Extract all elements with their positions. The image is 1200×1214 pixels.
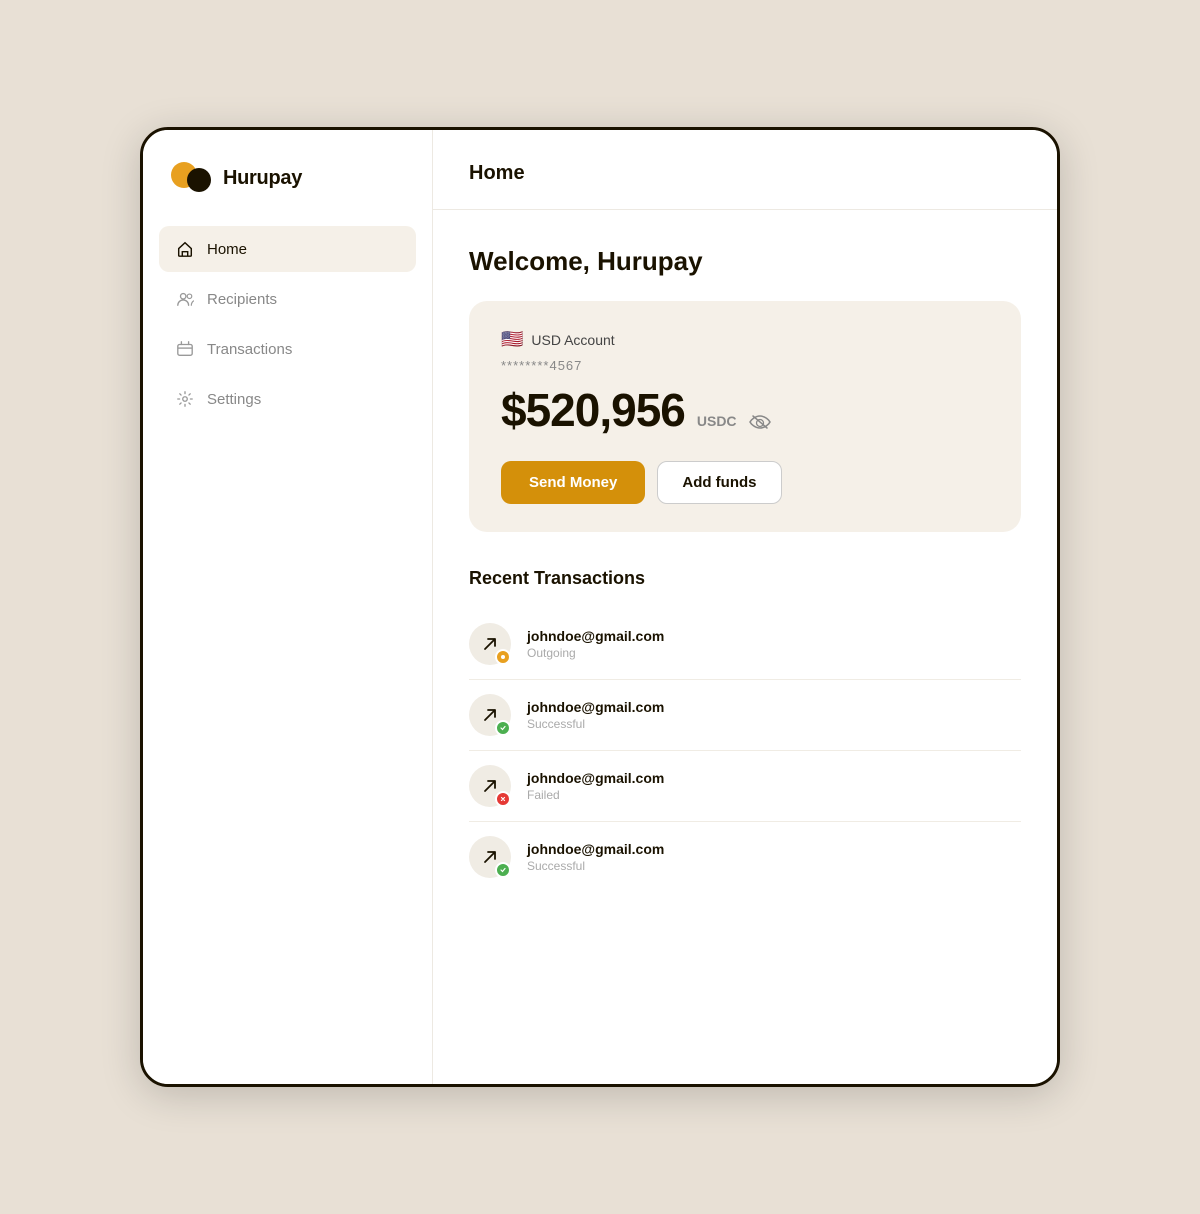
transactions-icon: [175, 339, 195, 359]
txn-icon-wrap: [469, 694, 511, 736]
balance-card: 🇺🇸 USD Account ********4567 $520,956 USD…: [469, 301, 1021, 532]
welcome-message: Welcome, Hurupay: [469, 246, 1021, 277]
main-body: Welcome, Hurupay 🇺🇸 USD Account ********…: [433, 210, 1057, 1084]
txn-email: johndoe@gmail.com: [527, 770, 1021, 786]
transactions-list: johndoe@gmail.com Outgoing: [469, 609, 1021, 892]
txn-status-success-icon: [495, 862, 511, 878]
sidebar-item-transactions[interactable]: Transactions: [159, 326, 416, 372]
txn-icon-wrap: [469, 836, 511, 878]
txn-status-failed-icon: [495, 791, 511, 807]
txn-status-success-icon: [495, 720, 511, 736]
txn-email: johndoe@gmail.com: [527, 699, 1021, 715]
card-actions: Send Money Add funds: [501, 461, 989, 504]
txn-details: johndoe@gmail.com Outgoing: [527, 628, 1021, 660]
txn-details: johndoe@gmail.com Successful: [527, 699, 1021, 731]
balance-row: $520,956 USDC: [501, 383, 989, 437]
transaction-item: johndoe@gmail.com Outgoing: [469, 609, 1021, 680]
page-title: Home: [469, 162, 1021, 185]
main-content: Home Welcome, Hurupay 🇺🇸 USD Account ***…: [433, 130, 1057, 1084]
sidebar-label-home: Home: [207, 241, 247, 258]
sidebar-item-home[interactable]: Home: [159, 226, 416, 272]
recent-transactions-title: Recent Transactions: [469, 568, 1021, 589]
add-funds-button[interactable]: Add funds: [657, 461, 781, 504]
sidebar-item-recipients[interactable]: Recipients: [159, 276, 416, 322]
transaction-item: johndoe@gmail.com Successful: [469, 680, 1021, 751]
account-currency-label: USD Account: [531, 332, 614, 348]
toggle-balance-icon[interactable]: [749, 415, 771, 429]
home-icon: [175, 239, 195, 259]
txn-icon-wrap: [469, 765, 511, 807]
sidebar-label-transactions: Transactions: [207, 341, 292, 358]
recent-transactions-section: Recent Transactions: [469, 568, 1021, 892]
sidebar-label-recipients: Recipients: [207, 291, 277, 308]
txn-email: johndoe@gmail.com: [527, 841, 1021, 857]
logo-circle-dark: [187, 168, 211, 192]
balance-currency-code: USDC: [697, 413, 737, 429]
sidebar: Hurupay Home: [143, 130, 433, 1084]
txn-email: johndoe@gmail.com: [527, 628, 1021, 644]
sidebar-item-settings[interactable]: Settings: [159, 376, 416, 422]
txn-status: Failed: [527, 788, 1021, 802]
txn-details: johndoe@gmail.com Successful: [527, 841, 1021, 873]
sidebar-label-settings: Settings: [207, 391, 261, 408]
device-frame: Hurupay Home: [140, 127, 1060, 1087]
transaction-item: johndoe@gmail.com Failed: [469, 751, 1021, 822]
balance-amount: $520,956: [501, 383, 685, 437]
txn-status: Successful: [527, 859, 1021, 873]
nav-menu: Home Recipients: [143, 226, 432, 422]
app-name: Hurupay: [223, 167, 302, 190]
recipients-icon: [175, 289, 195, 309]
settings-icon: [175, 389, 195, 409]
account-number: ********4567: [501, 358, 989, 373]
txn-status: Outgoing: [527, 646, 1021, 660]
txn-status: Successful: [527, 717, 1021, 731]
logo-area: Hurupay: [143, 162, 432, 226]
txn-icon-wrap: [469, 623, 511, 665]
account-label: 🇺🇸 USD Account: [501, 329, 989, 350]
transaction-item: johndoe@gmail.com Successful: [469, 822, 1021, 892]
txn-status-pending-icon: [495, 649, 511, 665]
txn-details: johndoe@gmail.com Failed: [527, 770, 1021, 802]
main-header: Home: [433, 130, 1057, 210]
send-money-button[interactable]: Send Money: [501, 461, 645, 504]
flag-icon: 🇺🇸: [501, 329, 523, 350]
logo-icon: [171, 162, 215, 194]
